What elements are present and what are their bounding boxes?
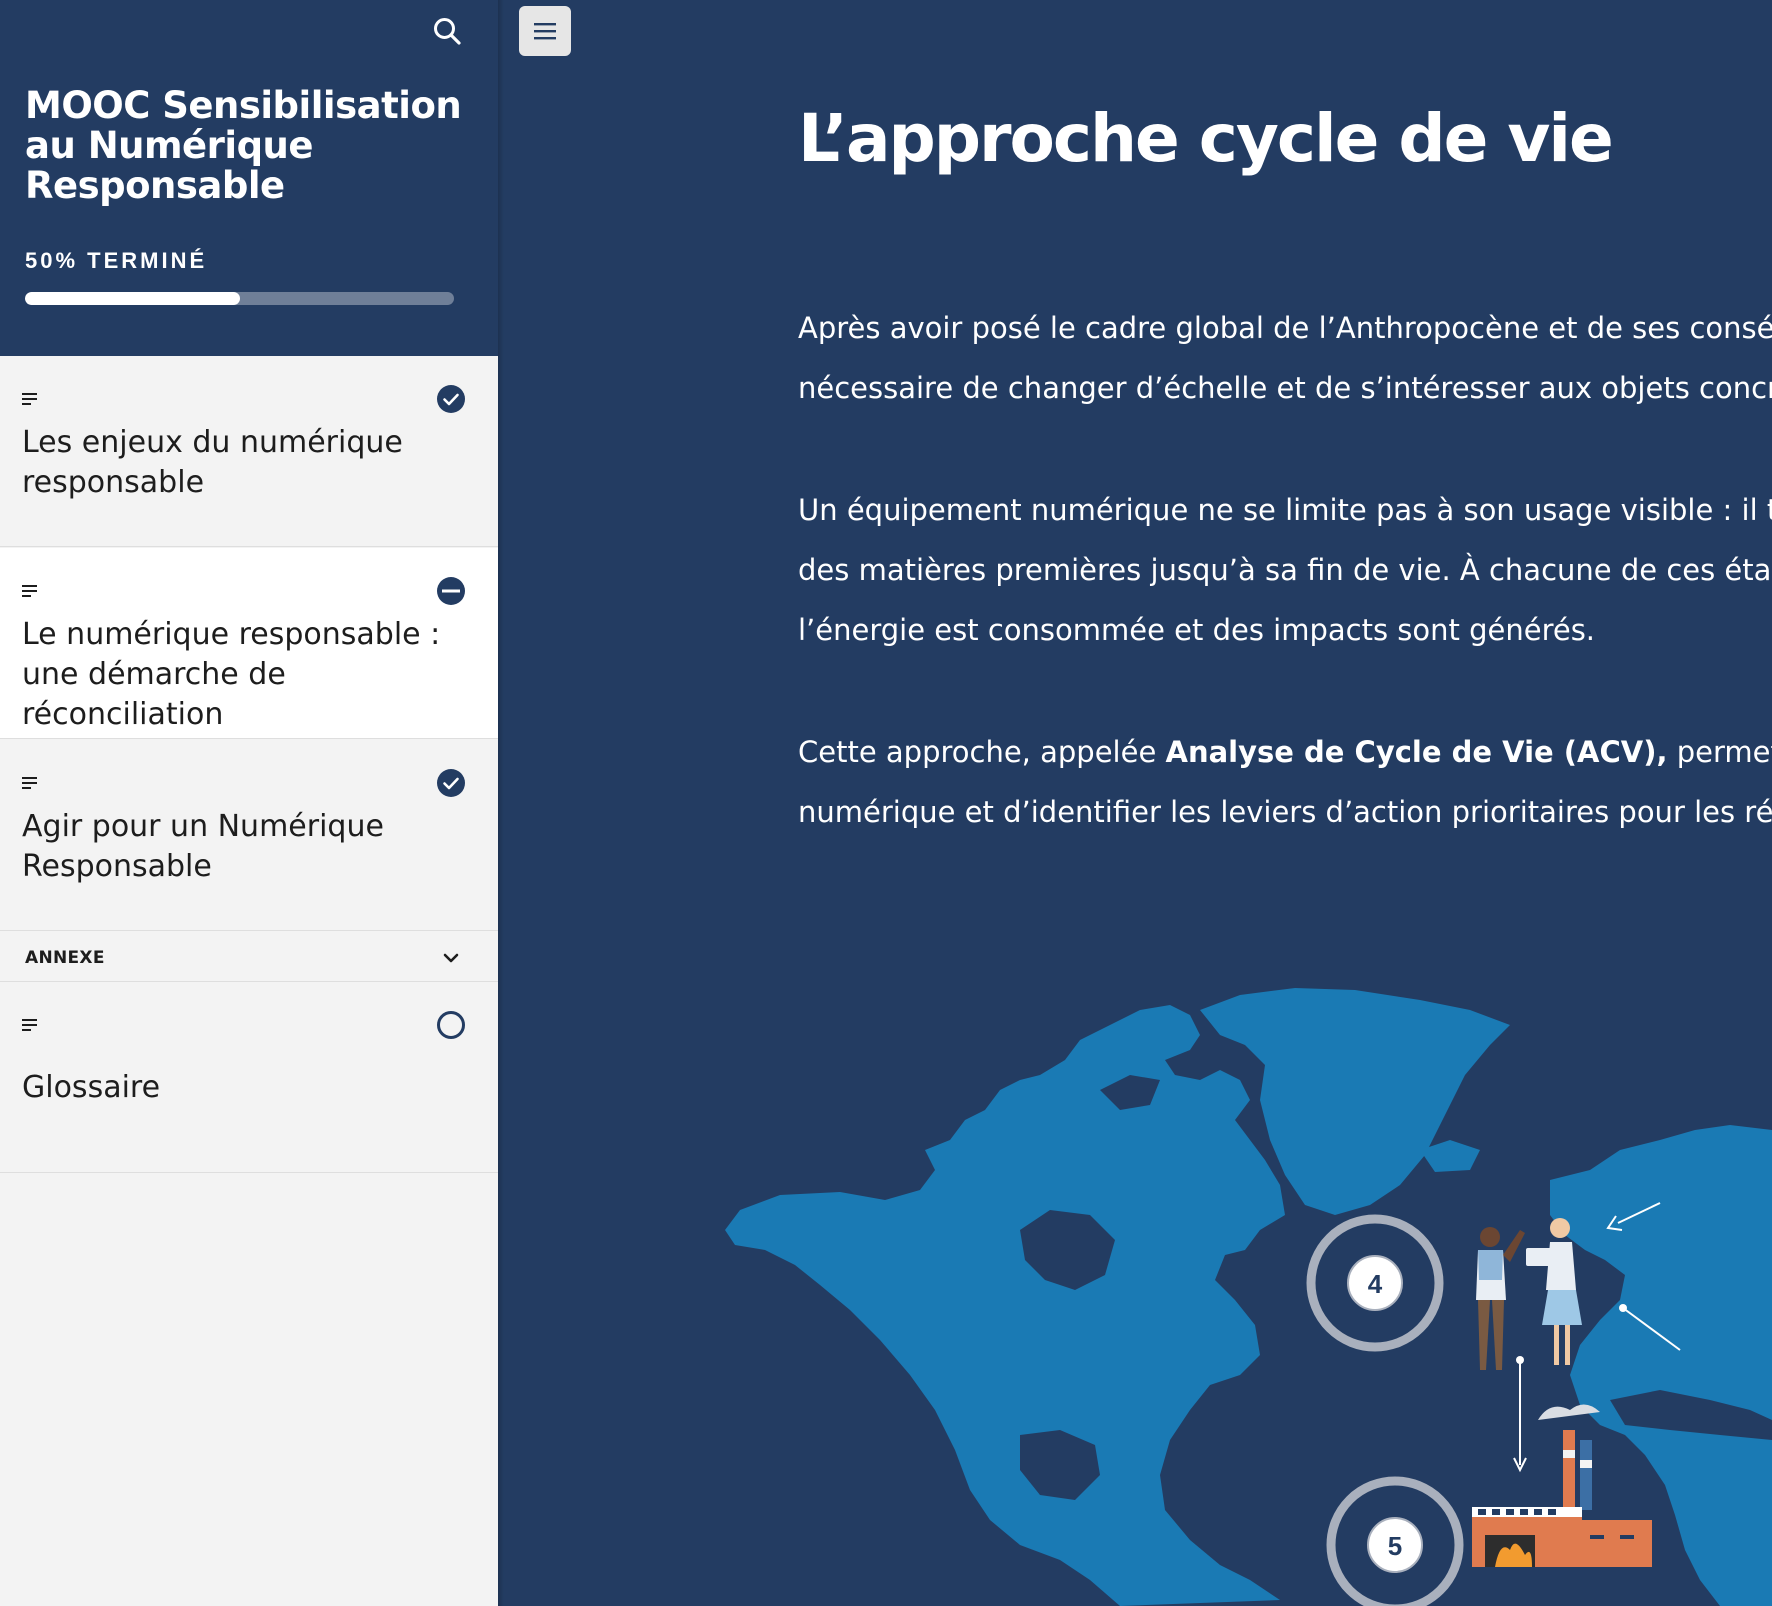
paragraph-equipment: Un équipement numérique ne se limite pas…	[798, 480, 1772, 660]
page-title: L’approche cycle de vie	[798, 100, 1614, 177]
hamburger-menu-icon	[534, 23, 556, 40]
text-lines-icon	[22, 1019, 37, 1031]
search-icon	[434, 18, 461, 45]
lesson-title: Le numérique responsable : une démarche …	[22, 617, 441, 732]
sidebar-toggle-button[interactable]	[519, 6, 571, 56]
paragraph-line: Cette approche, appelée	[798, 735, 1166, 769]
section-toggle-annexe[interactable]: ANNEXE	[0, 934, 498, 982]
course-title: MOOC Sensibilisation au Numérique Respon…	[25, 84, 462, 207]
half-circle-icon	[437, 577, 465, 605]
text-lines-icon	[22, 777, 37, 789]
section-label: ANNEXE	[25, 948, 105, 968]
paragraph-line: des matières premières jusqu’à sa fin de…	[798, 553, 1772, 587]
north-america-landmass	[725, 1005, 1285, 1606]
text-lines-icon	[22, 585, 37, 597]
paragraph-line: l’énergie est consommée et des impacts s…	[798, 613, 1596, 647]
paragraph-line: Un équipement numérique ne se limite pas…	[798, 493, 1772, 527]
search-button[interactable]	[426, 12, 468, 50]
lesson-item-reconciliation[interactable]: Le numérique responsable : une démarche …	[0, 548, 498, 739]
empty-circle-icon	[437, 1011, 465, 1039]
paragraph-line: Après avoir posé le cadre global de l’An…	[798, 311, 1772, 345]
lesson-item-glossaire[interactable]: Glossaire	[0, 982, 498, 1173]
progress-bar	[25, 292, 454, 305]
check-circle-icon	[437, 769, 465, 797]
chevron-down-icon	[443, 953, 459, 963]
lesson-title: Les enjeux du numérique responsable	[22, 425, 403, 500]
lesson-item-agir[interactable]: Agir pour un Numérique Responsable	[0, 740, 498, 931]
paragraph-line: permet d’	[1676, 735, 1772, 769]
paragraph-line: numérique et d’identifier les leviers d’…	[798, 795, 1772, 829]
man-with-phone-figure	[1476, 1227, 1525, 1370]
step-4-number: 4	[1368, 1269, 1383, 1299]
paragraph-acv: Cette approche, appelée Analyse de Cycle…	[798, 722, 1772, 842]
lifecycle-world-map: 4 5	[725, 988, 1772, 1606]
acv-term: Analyse de Cycle de Vie (ACV),	[1165, 735, 1668, 769]
lesson-item-enjeux[interactable]: Les enjeux du numérique responsable	[0, 356, 498, 547]
paragraph-intro: Après avoir posé le cadre global de l’An…	[798, 298, 1772, 418]
sidebar-header: MOOC Sensibilisation au Numérique Respon…	[0, 0, 498, 356]
lesson-title: Glossaire	[22, 1070, 161, 1105]
progress-bar-fill	[25, 292, 240, 305]
progress-label: 50% TERMINÉ	[25, 248, 208, 273]
sidebar-shadow	[498, 0, 504, 1606]
lesson-title: Agir pour un Numérique Responsable	[22, 809, 384, 884]
step-5-number: 5	[1388, 1531, 1402, 1561]
paragraph-line: nécessaire de changer d’échelle et de s’…	[798, 371, 1772, 405]
course-sidebar: MOOC Sensibilisation au Numérique Respon…	[0, 0, 498, 1606]
check-circle-icon	[437, 385, 465, 413]
text-lines-icon	[22, 393, 37, 405]
